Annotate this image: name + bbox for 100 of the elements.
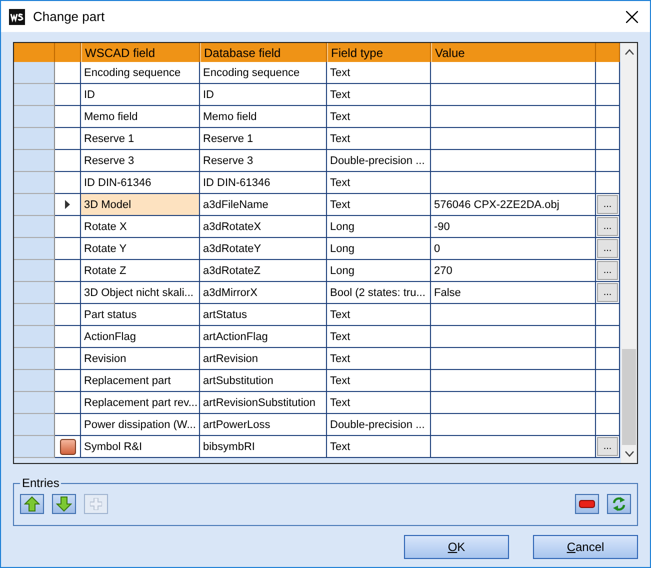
table-row[interactable]: 3D Object nicht skali... a3dMirrorX Bool (2 states: tru... False ... [14,282,620,304]
column-header[interactable]: Field type [327,43,431,62]
table-cell: 270 [431,260,596,282]
browse-button[interactable]: ... [597,261,618,280]
refresh-icon [612,496,626,512]
table-cell: Double-precision ... [327,414,431,436]
column-header[interactable]: WSCAD field [81,43,200,62]
table-cell: Text [327,392,431,414]
table-row[interactable]: Part status artStatus Text [14,304,620,326]
table-row[interactable]: 3D Model a3dFileName Text 576046 CPX-2ZE2DA.obj ... [14,194,620,216]
up-button[interactable] [20,494,44,514]
table-row[interactable]: ID DIN-61346 ID DIN-61346 Text [14,172,620,194]
table-cell: Text [327,304,431,326]
table-cell [596,304,620,326]
table-cell: Text [327,370,431,392]
table-cell: Part status [81,304,200,326]
table-cell: Long [327,216,431,238]
table-row[interactable]: Reserve 1 Reserve 1 Text [14,128,620,150]
table-cell: artRevisionSubstitution [200,392,327,414]
browse-button[interactable]: ... [597,283,618,302]
table-cell: Symbol R&I [81,436,200,458]
row-header[interactable] [14,326,55,348]
scroll-up-icon[interactable] [624,49,634,55]
ok-button[interactable]: OK [404,535,509,559]
scroll-thumb[interactable] [622,349,636,445]
row-header[interactable] [14,348,55,370]
table-row[interactable]: Replacement part artSubstitution Text [14,370,620,392]
arrow-up-icon [24,496,40,512]
table-row[interactable]: ID ID Text [14,84,620,106]
row-header[interactable] [14,62,55,84]
table-row[interactable]: ActionFlag artActionFlag Text [14,326,620,348]
table-cell: Rotate Z [81,260,200,282]
table-cell: bibsymbRI [200,436,327,458]
browse-button[interactable]: ... [597,239,618,258]
cancel-button[interactable]: Cancel [533,535,638,559]
table-cell [596,62,620,84]
table-cell: Double-precision ... [327,150,431,172]
table-cell: Encoding sequence [81,62,200,84]
table-cell [55,414,81,436]
row-header[interactable] [14,414,55,436]
table-row[interactable]: Revision artRevision Text [14,348,620,370]
scrollbar[interactable] [621,43,637,463]
table-row[interactable]: Reserve 3 Reserve 3 Double-precision ... [14,150,620,172]
browse-button[interactable]: ... [597,217,618,236]
row-header[interactable] [14,128,55,150]
table-cell [55,216,81,238]
refresh-button[interactable] [607,494,631,514]
table-cell: Rotate Y [81,238,200,260]
row-header[interactable] [14,436,55,458]
column-header[interactable]: Database field [200,43,327,62]
table-cell: artSubstitution [200,370,327,392]
table-cell: ID DIN-61346 [200,172,327,194]
row-header[interactable] [14,282,55,304]
table-cell: Text [327,194,431,216]
table-row[interactable]: Encoding sequence Encoding sequence Text [14,62,620,84]
table-row[interactable]: Rotate X a3dRotateX Long -90 ... [14,216,620,238]
scroll-down-icon[interactable] [624,451,634,457]
table-cell: Revision [81,348,200,370]
table-cell: Reserve 3 [200,150,327,172]
table-cell [596,370,620,392]
table-cell [596,414,620,436]
plus-icon [90,498,102,510]
row-header[interactable] [14,370,55,392]
browse-button[interactable]: ... [597,195,618,214]
row-header[interactable] [14,84,55,106]
table-cell: artStatus [200,304,327,326]
table-row[interactable]: Memo field Memo field Text [14,106,620,128]
column-header[interactable]: Value [431,43,596,62]
table-row[interactable]: Rotate Z a3dRotateZ Long 270 ... [14,260,620,282]
row-header[interactable] [14,392,55,414]
table-cell [55,260,81,282]
table-cell: Text [327,84,431,106]
table-cell: artPowerLoss [200,414,327,436]
row-header[interactable] [14,216,55,238]
close-icon[interactable] [626,10,638,22]
table-cell: a3dRotateY [200,238,327,260]
table-row[interactable]: Symbol R&I bibsymbRI Text ... [14,436,620,458]
table-cell: False [431,282,596,304]
row-header[interactable] [14,172,55,194]
table-row[interactable]: Replacement part rev... artRevisionSubstitution Text [14,392,620,414]
table-cell: Text [327,348,431,370]
remove-button[interactable] [575,494,599,514]
table-cell: Reserve 1 [81,128,200,150]
row-header[interactable] [14,260,55,282]
row-header[interactable] [14,106,55,128]
table-cell: a3dMirrorX [200,282,327,304]
table-row[interactable]: Rotate Y a3dRotateY Long 0 ... [14,238,620,260]
table-cell: Replacement part rev... [81,392,200,414]
row-header[interactable] [14,194,55,216]
table-cell [55,392,81,414]
table-cell [55,128,81,150]
table-cell: Reserve 3 [81,150,200,172]
table-row[interactable]: Power dissipation (W... artPowerLoss Double-precision ... [14,414,620,436]
table-cell: ID DIN-61346 [81,172,200,194]
down-button[interactable] [52,494,76,514]
row-header[interactable] [14,238,55,260]
row-header[interactable] [14,304,55,326]
table-cell: Replacement part [81,370,200,392]
browse-button[interactable]: ... [597,437,618,456]
row-header[interactable] [14,150,55,172]
